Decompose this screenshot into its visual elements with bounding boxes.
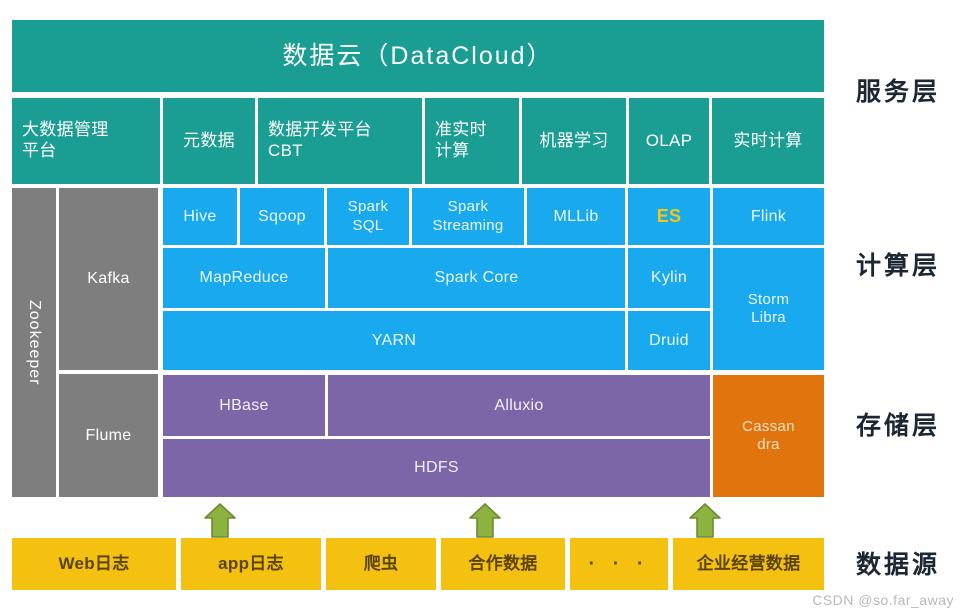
layer-label-storage: 存储层 <box>856 413 941 440</box>
component-yarn[interactable]: YARN <box>163 311 625 370</box>
component-kylin[interactable]: Kylin <box>628 248 710 308</box>
service-module-metadata[interactable]: 元数据 <box>163 98 255 184</box>
watermark: CSDN @so.far_away <box>812 592 954 608</box>
component-druid[interactable]: Druid <box>628 311 710 370</box>
service-module-olap[interactable]: OLAP <box>629 98 709 184</box>
service-module-machine-learning[interactable]: 机器学习 <box>522 98 626 184</box>
component-mapreduce[interactable]: MapReduce <box>163 248 325 308</box>
component-es[interactable]: ES <box>628 188 710 245</box>
component-storm-libra[interactable]: Storm Libra <box>713 248 824 370</box>
layer-label-service: 服务层 <box>856 79 941 106</box>
component-spark-core[interactable]: Spark Core <box>328 248 625 308</box>
component-spark-streaming[interactable]: Spark Streaming <box>412 188 524 245</box>
data-source-app-log[interactable]: app日志 <box>181 538 321 590</box>
data-source-enterprise-ops-data[interactable]: 企业经营数据 <box>673 538 824 590</box>
component-hbase[interactable]: HBase <box>163 375 325 436</box>
data-source-crawler[interactable]: 爬虫 <box>326 538 436 590</box>
service-module-big-data-platform[interactable]: 大数据管理 平台 <box>12 98 160 184</box>
datacloud-banner: 数据云（DataCloud） <box>12 20 824 92</box>
architecture-diagram: 数据云（DataCloud） 大数据管理 平台 元数据 数据开发平台 CBT 准… <box>0 0 960 611</box>
component-mllib[interactable]: MLLib <box>527 188 625 245</box>
service-module-data-dev-platform-cbt[interactable]: 数据开发平台 CBT <box>258 98 422 184</box>
ingest-arrow-3 <box>688 503 722 539</box>
ingest-arrow-2 <box>468 503 502 539</box>
component-kafka[interactable]: Kafka <box>59 188 158 370</box>
component-sqoop[interactable]: Sqoop <box>240 188 324 245</box>
layer-label-compute: 计算层 <box>856 253 941 280</box>
component-hive[interactable]: Hive <box>163 188 237 245</box>
layer-label-datasource: 数据源 <box>856 552 941 579</box>
component-flink[interactable]: Flink <box>713 188 824 245</box>
component-spark-sql[interactable]: Spark SQL <box>327 188 409 245</box>
component-zookeeper[interactable]: Zookeeper <box>12 188 56 497</box>
data-source-ellipsis[interactable]: · · · <box>570 538 668 590</box>
component-flume[interactable]: Flume <box>59 374 158 497</box>
data-source-web-log[interactable]: Web日志 <box>12 538 176 590</box>
component-hdfs[interactable]: HDFS <box>163 439 710 497</box>
service-module-realtime-compute[interactable]: 实时计算 <box>712 98 824 184</box>
service-module-near-realtime-compute[interactable]: 准实时 计算 <box>425 98 519 184</box>
component-cassandra[interactable]: Cassan dra <box>713 375 824 497</box>
component-alluxio[interactable]: Alluxio <box>328 375 710 436</box>
ingest-arrow-1 <box>203 503 237 539</box>
data-source-partner-data[interactable]: 合作数据 <box>441 538 565 590</box>
